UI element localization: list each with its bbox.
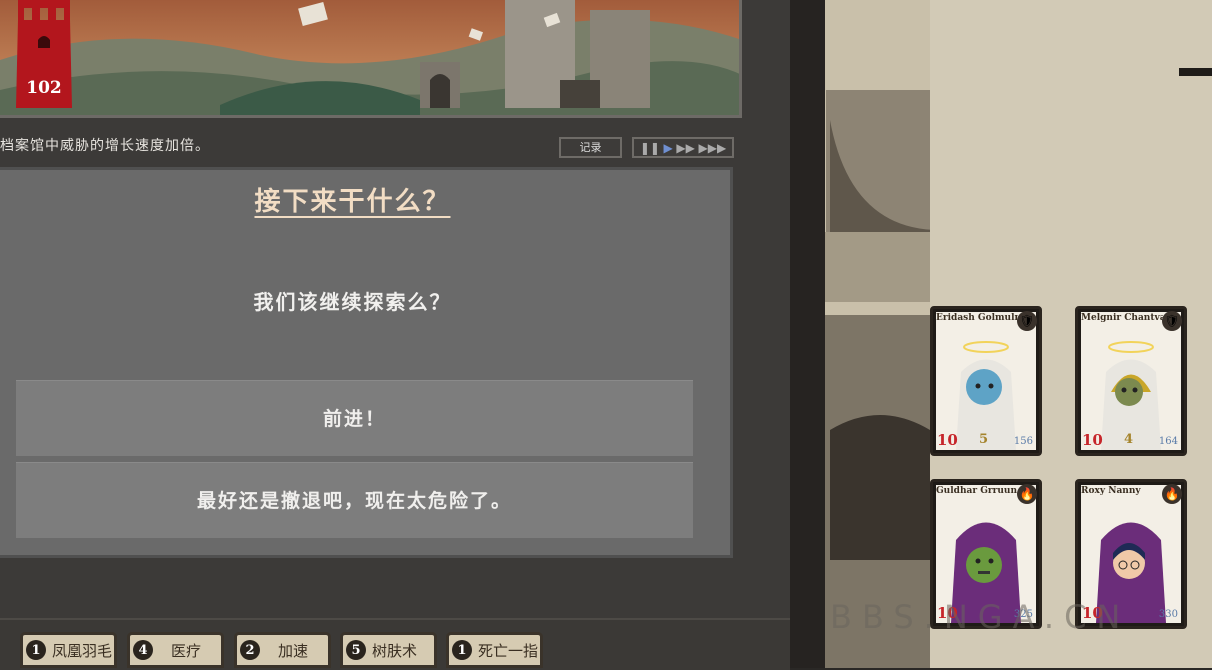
shield-icon: 🛡 — [1017, 311, 1037, 331]
skill-phoenix-feather[interactable]: 1 凤凰羽毛 — [20, 632, 117, 668]
hero-hp: 10 — [1082, 431, 1103, 449]
skill-count: 1 — [26, 640, 46, 660]
skill-count: 4 — [133, 640, 153, 660]
card-portrait — [1081, 312, 1181, 450]
skill-count: 5 — [346, 640, 366, 660]
skill-count: 2 — [240, 640, 260, 660]
hero-armor: 164 — [1158, 436, 1178, 447]
skill-label: 死亡一指 — [478, 641, 539, 660]
hero-name: Eridash Golmuln — [936, 313, 1018, 323]
skill-count: 1 — [452, 640, 472, 660]
skill-label: 凤凰羽毛 — [52, 641, 113, 660]
skill-haste[interactable]: 2 加速 — [234, 632, 331, 668]
hero-name: Roxy Nanny — [1081, 486, 1141, 496]
scene-frame — [0, 0, 742, 118]
skill-heal[interactable]: 4 医疗 — [127, 632, 224, 668]
fastest-forward-icon[interactable]: ▶▶▶ — [699, 142, 727, 154]
skill-label: 树肤术 — [372, 641, 418, 660]
pause-icon[interactable]: ❚❚ — [640, 142, 660, 154]
threat-level-value: 102 — [26, 78, 62, 98]
hero-hp: 10 — [937, 431, 958, 449]
shield-icon: 🛡 — [1162, 311, 1182, 331]
party-card-eridash[interactable]: Eridash Golmuln 🛡 10 5 156 — [930, 306, 1042, 456]
choice-advance-button[interactable]: 前进！ — [16, 380, 693, 456]
fast-forward-icon[interactable]: ▶▶ — [676, 142, 694, 154]
hero-armor: 330 — [1158, 609, 1178, 620]
skill-label: 加速 — [278, 641, 309, 660]
log-message: 档案馆中威胁的增长速度加倍。 — [0, 138, 210, 154]
fire-icon: 🔥 — [1017, 484, 1037, 504]
choice-retreat-button[interactable]: 最好还是撤退吧，现在太危险了。 — [16, 462, 693, 538]
panel-divider — [790, 0, 825, 668]
left-panel: 102 档案馆中威胁的增长速度加倍。 记录 ❚❚ ▶ ▶▶ ▶▶▶ 接下来干什么… — [0, 0, 790, 670]
dialog-title: 接下来干什么？ — [254, 187, 451, 217]
hero-level: 4 — [1124, 432, 1134, 447]
speed-controls: ❚❚ ▶ ▶▶ ▶▶▶ — [632, 137, 734, 158]
skill-barkskin[interactable]: 5 树肤术 — [340, 632, 437, 668]
watermark-text: BBS.NGA.CN — [830, 598, 1131, 636]
skill-finger-of-death[interactable]: 1 死亡一指 — [446, 632, 543, 668]
hero-name: Melgnir Chantval — [1081, 313, 1163, 323]
card-portrait — [936, 312, 1036, 450]
scene-illustration — [0, 0, 742, 118]
hero-armor: 156 — [1013, 436, 1033, 447]
skill-label: 医疗 — [171, 641, 202, 660]
hero-name: Guldhar Grruun — [936, 486, 1017, 496]
fire-icon: 🔥 — [1162, 484, 1182, 504]
hero-level: 5 — [979, 432, 989, 447]
log-button[interactable]: 记录 — [559, 137, 622, 158]
play-icon[interactable]: ▶ — [664, 142, 673, 154]
dialog-prompt: 我们该继续探索么？ — [253, 290, 452, 314]
party-card-melgnir[interactable]: Melgnir Chantval 🛡 10 4 164 — [1075, 306, 1187, 456]
